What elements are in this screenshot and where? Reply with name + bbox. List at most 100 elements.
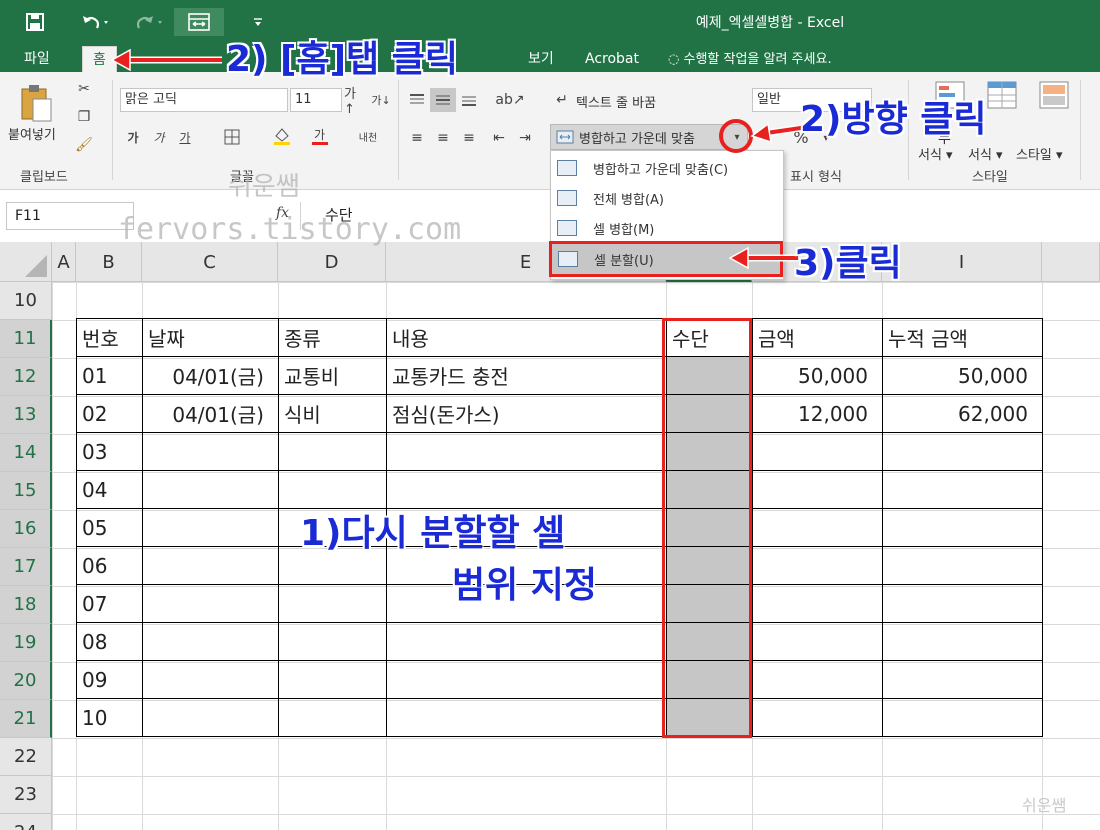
- table-cell[interactable]: 점심(돈가스): [386, 394, 667, 433]
- table-cell[interactable]: [142, 508, 279, 547]
- table-cell[interactable]: [882, 698, 1043, 737]
- table-cell[interactable]: [142, 660, 279, 699]
- table-cell[interactable]: [278, 698, 387, 737]
- table-cell[interactable]: [882, 584, 1043, 623]
- table-header-cell[interactable]: 종류: [278, 318, 387, 357]
- table-cell[interactable]: [882, 470, 1043, 509]
- table-header-cell[interactable]: 내용: [386, 318, 667, 357]
- table-cell[interactable]: [752, 508, 883, 547]
- align-right-icon[interactable]: ≡: [458, 128, 480, 148]
- table-cell[interactable]: 02: [76, 394, 143, 433]
- merge-icon[interactable]: [174, 8, 224, 36]
- row-header-11[interactable]: 11: [0, 320, 52, 358]
- grow-font-icon[interactable]: 가↑: [344, 87, 366, 117]
- paste-label[interactable]: 붙여넣기: [8, 124, 56, 143]
- orientation-icon[interactable]: ab↗: [495, 88, 524, 112]
- save-icon[interactable]: [22, 8, 48, 36]
- tab-file[interactable]: 파일: [24, 48, 50, 72]
- table-cell[interactable]: 50,000: [882, 356, 1043, 395]
- align-left-icon[interactable]: ≡: [406, 128, 428, 148]
- table-cell[interactable]: [142, 584, 279, 623]
- table-cell[interactable]: 교통비: [278, 356, 387, 395]
- table-cell[interactable]: [386, 622, 667, 661]
- cell-styles-icon[interactable]: [1036, 78, 1072, 112]
- format-table-icon[interactable]: [984, 78, 1020, 112]
- menu-item-merge-cells[interactable]: 셀 병합(M): [551, 213, 783, 243]
- table-cell[interactable]: [142, 470, 279, 509]
- table-cell[interactable]: [142, 432, 279, 471]
- table-cell[interactable]: [386, 660, 667, 699]
- table-cell[interactable]: [752, 622, 883, 661]
- cell-styles-button[interactable]: 스타일 ▾: [1016, 144, 1063, 163]
- format-as-table-button[interactable]: 서식 ▾: [968, 144, 1003, 163]
- table-cell[interactable]: 06: [76, 546, 143, 585]
- shrink-font-icon[interactable]: 가↓: [370, 88, 392, 112]
- table-cell[interactable]: [278, 470, 387, 509]
- cut-icon[interactable]: ✂: [72, 78, 96, 100]
- tab-acrobat[interactable]: Acrobat: [585, 48, 639, 72]
- column-header-j[interactable]: [1042, 242, 1100, 282]
- table-cell[interactable]: [882, 546, 1043, 585]
- row-header-17[interactable]: 17: [0, 548, 52, 586]
- row-header-19[interactable]: 19: [0, 624, 52, 662]
- table-cell[interactable]: [752, 432, 883, 471]
- font-color-icon[interactable]: 가: [308, 124, 332, 148]
- table-cell[interactable]: [882, 432, 1043, 471]
- bold-icon[interactable]: 가: [124, 126, 142, 148]
- column-header-c[interactable]: C: [142, 242, 278, 282]
- column-header-a[interactable]: A: [52, 242, 76, 282]
- align-bottom-icon[interactable]: [458, 90, 480, 110]
- row-header-10[interactable]: 10: [0, 282, 52, 320]
- table-header-cell[interactable]: 날짜: [142, 318, 279, 357]
- table-cell[interactable]: 교통카드 충전: [386, 356, 667, 395]
- table-header-cell[interactable]: 번호: [76, 318, 143, 357]
- format-painter-icon[interactable]: 🖌: [72, 134, 96, 156]
- align-top-icon[interactable]: [406, 90, 428, 110]
- increase-indent-icon[interactable]: ⇥: [514, 128, 536, 148]
- border-icon[interactable]: [220, 126, 244, 148]
- table-cell[interactable]: 01: [76, 356, 143, 395]
- italic-icon[interactable]: 가: [150, 126, 168, 148]
- conditional-format-button[interactable]: 서식 ▾: [918, 144, 953, 163]
- redo-icon[interactable]: [130, 8, 170, 36]
- table-cell[interactable]: [386, 432, 667, 471]
- row-header-23[interactable]: 23: [0, 776, 52, 814]
- wrap-text-icon[interactable]: ↵: [552, 90, 572, 110]
- align-middle-icon[interactable]: [430, 88, 456, 112]
- table-cell[interactable]: [386, 470, 667, 509]
- table-cell[interactable]: [278, 660, 387, 699]
- underline-icon[interactable]: 가: [176, 126, 194, 148]
- table-cell[interactable]: [142, 698, 279, 737]
- table-cell[interactable]: [752, 584, 883, 623]
- table-cell[interactable]: 08: [76, 622, 143, 661]
- table-cell[interactable]: [278, 584, 387, 623]
- table-cell[interactable]: [752, 698, 883, 737]
- table-cell[interactable]: [752, 660, 883, 699]
- font-name-select[interactable]: 맑은 고딕: [120, 88, 288, 112]
- table-cell[interactable]: [142, 622, 279, 661]
- column-header-i[interactable]: I: [882, 242, 1042, 282]
- table-cell[interactable]: 10: [76, 698, 143, 737]
- table-cell[interactable]: [882, 622, 1043, 661]
- phonetic-icon[interactable]: 내천: [356, 124, 380, 148]
- table-cell[interactable]: 04/01(금): [142, 394, 279, 433]
- row-header-22[interactable]: 22: [0, 738, 52, 776]
- table-header-cell[interactable]: 금액: [752, 318, 883, 357]
- row-header-13[interactable]: 13: [0, 396, 52, 434]
- menu-item-merge-across[interactable]: 전체 병합(A): [551, 183, 783, 213]
- table-cell[interactable]: 05: [76, 508, 143, 547]
- table-cell[interactable]: [142, 546, 279, 585]
- table-cell[interactable]: [882, 660, 1043, 699]
- column-header-d[interactable]: D: [278, 242, 386, 282]
- table-cell[interactable]: [752, 470, 883, 509]
- copy-icon[interactable]: ❐: [72, 106, 96, 128]
- table-cell[interactable]: [882, 508, 1043, 547]
- select-all-corner[interactable]: [0, 242, 52, 282]
- row-header-24[interactable]: 24: [0, 814, 52, 830]
- row-header-15[interactable]: 15: [0, 472, 52, 510]
- row-header-20[interactable]: 20: [0, 662, 52, 700]
- table-header-cell[interactable]: 누적 금액: [882, 318, 1043, 357]
- table-cell[interactable]: 식비: [278, 394, 387, 433]
- table-cell[interactable]: [278, 622, 387, 661]
- table-cell[interactable]: 04: [76, 470, 143, 509]
